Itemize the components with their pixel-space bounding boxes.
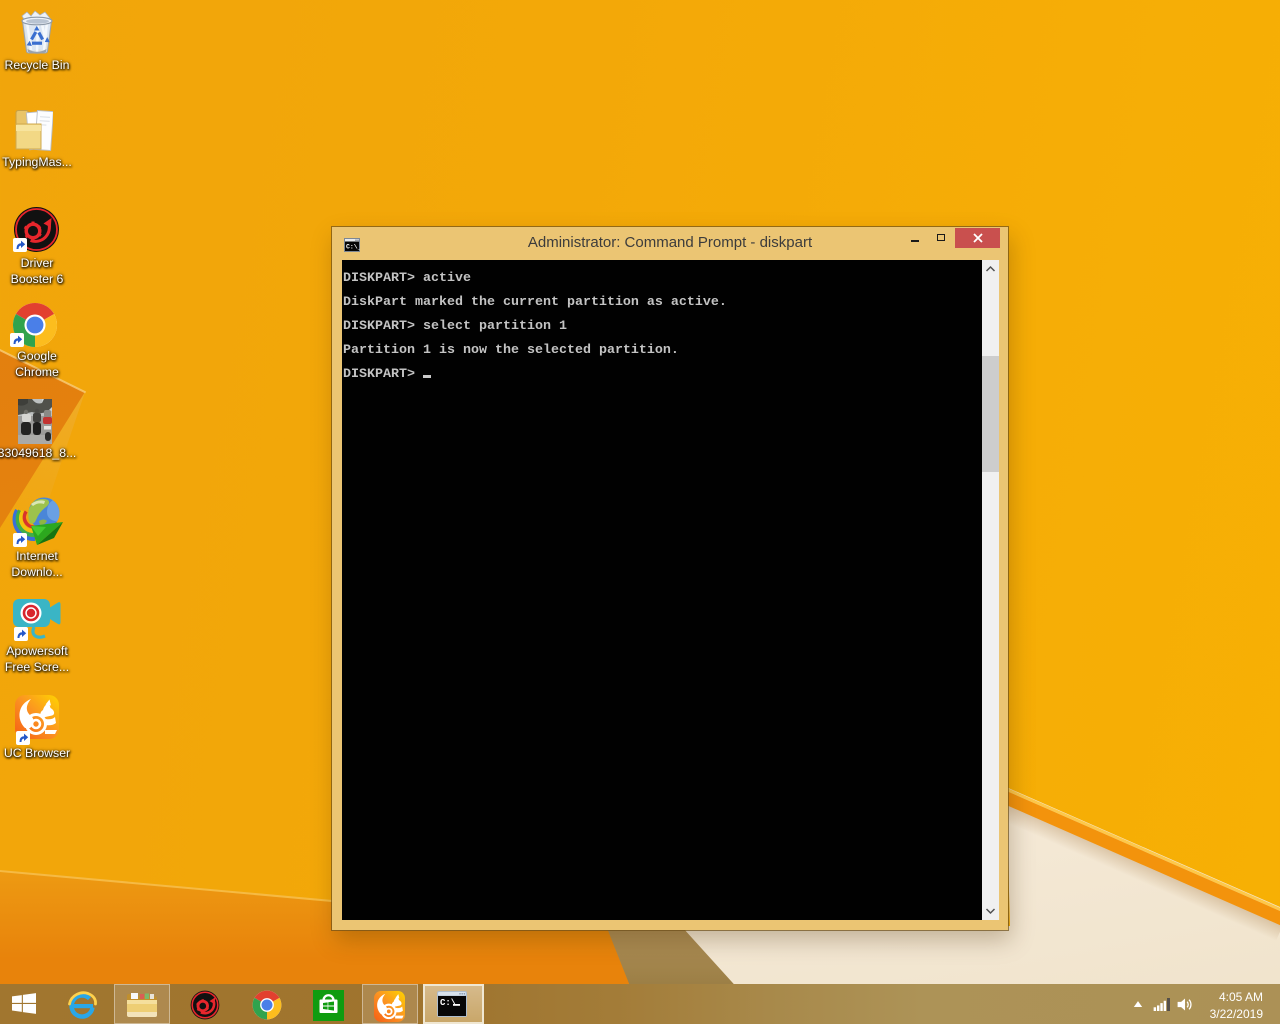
svg-text:C:\: C:\ <box>440 998 457 1008</box>
svg-text:C:\_: C:\_ <box>346 244 360 251</box>
